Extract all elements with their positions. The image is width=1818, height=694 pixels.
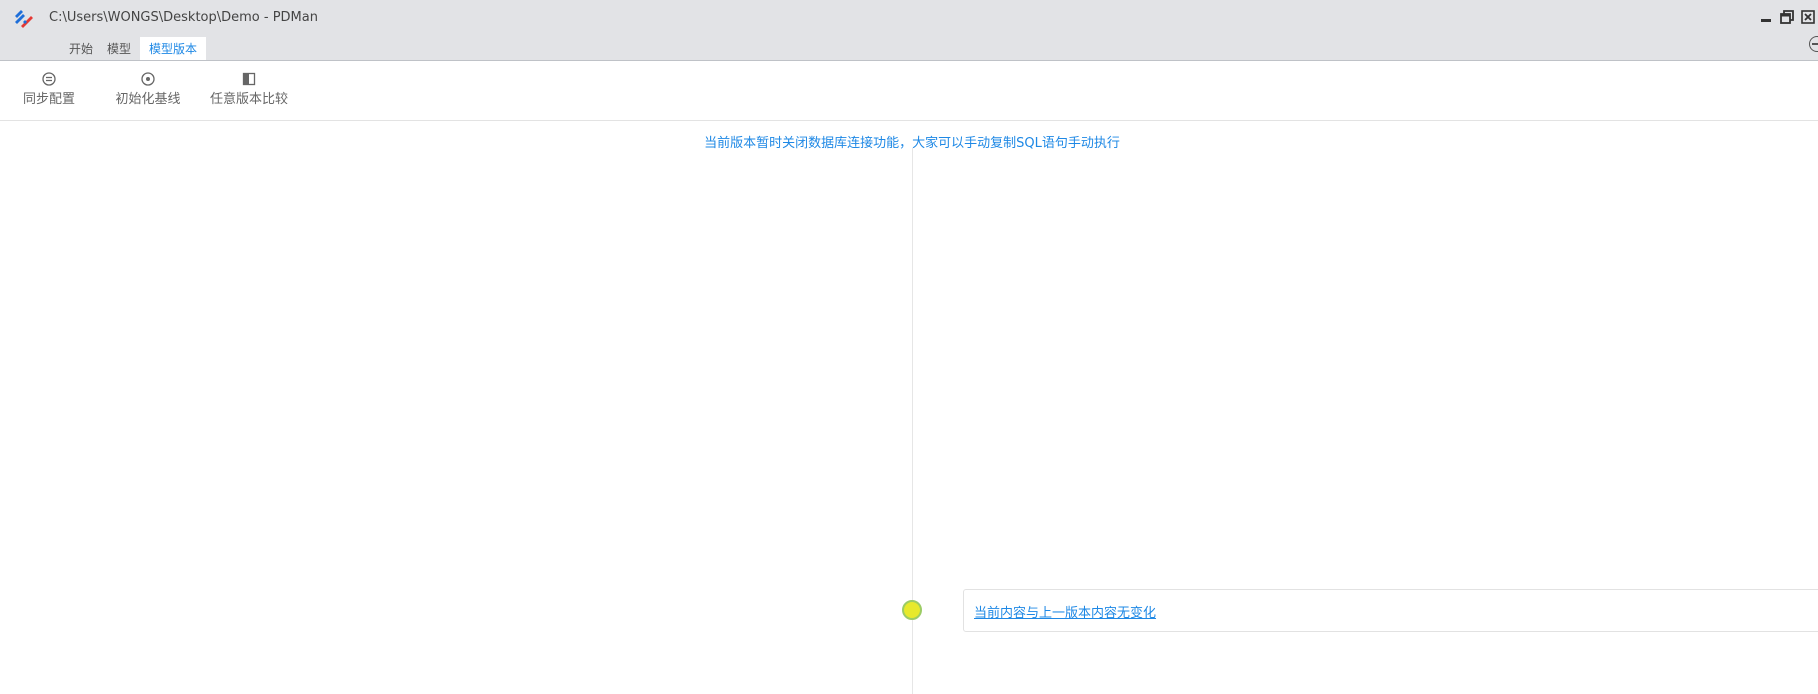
minimize-icon[interactable] — [1757, 8, 1775, 26]
sync-settings-button[interactable]: 同步配置 — [20, 71, 78, 107]
init-baseline-button[interactable]: 初始化基线 — [112, 71, 184, 107]
toolbar: 同步配置 初始化基线 任意版本比较 — [0, 61, 1818, 121]
version-card: 当前内容与上一版本内容无变化 — [963, 589, 1818, 632]
compare-versions-label: 任意版本比较 — [209, 92, 288, 107]
close-icon[interactable] — [1799, 8, 1817, 26]
version-timeline-node[interactable] — [902, 600, 922, 620]
title-bar: C:\Users\WONGS\Desktop\Demo - PDMan 开始 模… — [0, 0, 1818, 61]
tab-start[interactable]: 开始 — [64, 37, 98, 57]
init-baseline-label: 初始化基线 — [115, 92, 181, 107]
menu-tabs: 开始 模型 模型版本 — [64, 37, 210, 60]
compare-versions-button[interactable]: 任意版本比较 — [206, 71, 292, 107]
window-title: C:\Users\WONGS\Desktop\Demo - PDMan — [49, 10, 318, 25]
compare-icon — [242, 72, 256, 86]
pdman-logo-icon — [15, 10, 33, 28]
restore-window-icon[interactable] — [1778, 8, 1796, 26]
collapse-panel-icon[interactable] — [1809, 36, 1818, 52]
tab-model-version[interactable]: 模型版本 — [140, 37, 207, 60]
version-diff-link[interactable]: 当前内容与上一版本内容无变化 — [974, 602, 1156, 621]
init-baseline-icon — [141, 72, 155, 86]
sync-settings-label: 同步配置 — [22, 92, 75, 107]
pdman-window: C:\Users\WONGS\Desktop\Demo - PDMan 开始 模… — [0, 0, 1818, 694]
sync-settings-icon — [42, 72, 56, 86]
db-connection-notice: 当前版本暂时关闭数据库连接功能，大家可以手动复制SQL语句手动执行 — [704, 136, 1120, 151]
tab-model[interactable]: 模型 — [102, 37, 136, 57]
